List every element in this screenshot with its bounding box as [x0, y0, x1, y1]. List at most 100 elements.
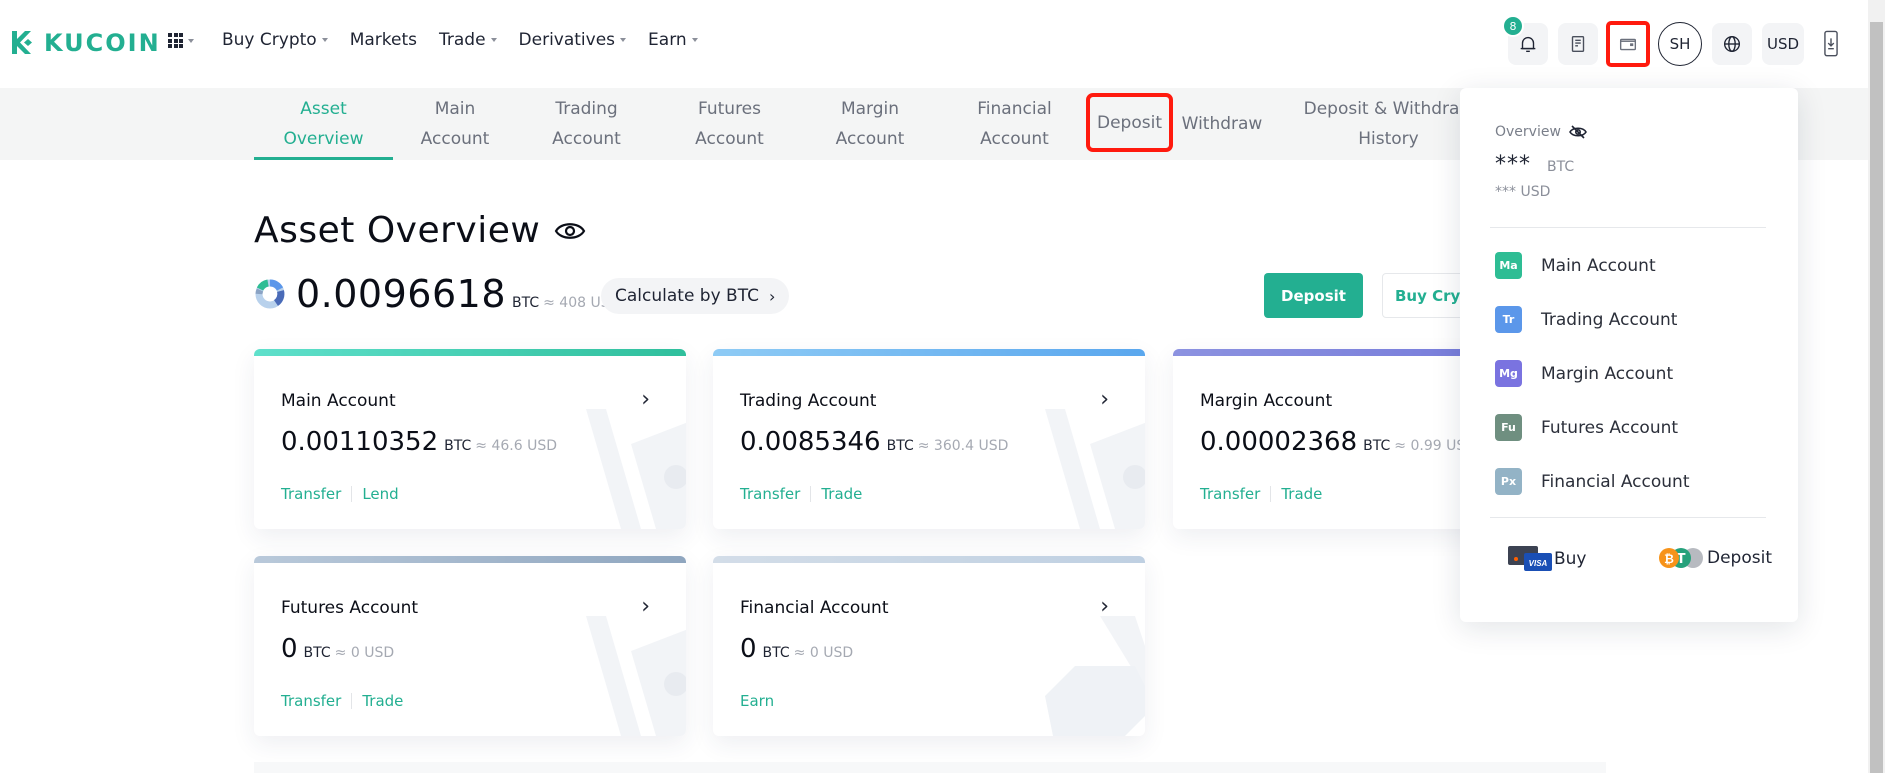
grid-icon — [168, 33, 183, 48]
top-header: KUCOIN Buy Crypto Markets Trade Derivati… — [0, 0, 1868, 88]
kucoin-logo-icon — [12, 31, 32, 54]
earn-link[interactable]: Earn — [740, 692, 774, 710]
transfer-link[interactable]: Transfer — [281, 692, 341, 710]
account-card-trading[interactable]: Trading Account › 0.0085346 BTC ≈ 360.4 … — [713, 349, 1145, 529]
chevron-right-icon[interactable]: › — [641, 594, 650, 619]
card-title: Margin Account — [1200, 391, 1333, 411]
lend-link[interactable]: Lend — [362, 485, 398, 503]
nav-label: Derivatives — [518, 30, 616, 50]
total-balance: 0.0096618 BTC ≈ 408 USD — [254, 272, 620, 316]
panel-deposit-button[interactable]: T ₿ Deposit — [1659, 546, 1772, 570]
btc-value: 0.0085346 — [740, 427, 881, 457]
orders-button[interactable] — [1558, 23, 1598, 65]
chevron-down-icon — [188, 38, 194, 43]
card-accent-bar — [254, 556, 686, 563]
transfer-link[interactable]: Transfer — [1200, 485, 1260, 503]
eye-icon[interactable] — [554, 219, 586, 243]
nav-label: Earn — [648, 30, 687, 50]
deposit-label: Deposit — [1707, 548, 1772, 568]
notifications-button[interactable]: 8 — [1502, 15, 1548, 65]
nav-markets[interactable]: Markets — [350, 30, 417, 50]
tab-label: Account — [980, 129, 1049, 149]
btc-value: 0.00002368 — [1200, 427, 1358, 457]
card-balance: 0.0085346 BTC ≈ 360.4 USD — [740, 427, 1008, 457]
download-app-button[interactable] — [1818, 23, 1844, 65]
unit: BTC — [886, 438, 914, 454]
wallet-icon — [1619, 38, 1637, 51]
divider — [351, 486, 353, 502]
transfer-link[interactable]: Transfer — [740, 485, 800, 503]
wallet-button[interactable] — [1606, 21, 1650, 67]
unit: BTC — [762, 645, 790, 661]
tab-label: Financial — [977, 99, 1052, 119]
page-scrollbar[interactable] — [1868, 0, 1885, 773]
nav-earn[interactable]: Earn — [648, 30, 698, 50]
trade-link[interactable]: Trade — [1281, 485, 1322, 503]
kucoin-watermark-icon — [1045, 409, 1145, 529]
futures-account-icon: Fu — [1495, 414, 1522, 441]
panel-buy-button[interactable]: VISA Buy — [1508, 546, 1587, 572]
chevron-down-icon — [321, 38, 328, 42]
card-title: Financial Account — [740, 598, 889, 618]
panel-item-main-account[interactable]: Ma Main Account — [1495, 252, 1656, 279]
financial-watermark-icon — [1045, 616, 1145, 736]
tab-main-account[interactable]: Main Account — [410, 88, 500, 160]
trade-link[interactable]: Trade — [821, 485, 862, 503]
chevron-down-icon — [691, 38, 698, 42]
tab-label: Trading — [555, 99, 618, 119]
tab-deposit[interactable]: Deposit — [1086, 93, 1173, 152]
eye-off-icon[interactable] — [1568, 124, 1587, 140]
nav-label: Trade — [438, 30, 486, 50]
tab-withdraw[interactable]: Withdraw — [1180, 88, 1264, 160]
chevron-right-icon[interactable]: › — [1100, 594, 1109, 619]
trade-link[interactable]: Trade — [362, 692, 403, 710]
tab-label: Asset — [300, 99, 347, 119]
chevron-right-icon[interactable]: › — [641, 387, 650, 412]
tab-label: History — [1358, 129, 1419, 149]
brand-name: KUCOIN — [44, 29, 161, 57]
asset-distribution-icon — [255, 279, 285, 309]
panel-item-trading-account[interactable]: Tr Trading Account — [1495, 306, 1677, 333]
nav-trade[interactable]: Trade — [439, 30, 497, 50]
transfer-link[interactable]: Transfer — [281, 485, 341, 503]
wallet-dropdown: Overview *** BTC *** USD Ma Main Account… — [1460, 88, 1798, 622]
nav-buy-crypto[interactable]: Buy Crypto — [222, 30, 328, 50]
tab-label: Account — [835, 129, 905, 149]
card-balance: 0.00110352 BTC ≈ 46.6 USD — [281, 427, 557, 457]
card-balance: 0.00002368 BTC ≈ 0.99 USD — [1200, 427, 1476, 457]
usd-value: ≈ 360.4 USD — [917, 438, 1009, 454]
account-card-main[interactable]: Main Account › 0.00110352 BTC ≈ 46.6 USD… — [254, 349, 686, 529]
hidden-usd-balance: *** USD — [1495, 184, 1551, 200]
page-title: Asset Overview — [254, 210, 586, 251]
calculate-label: Calculate by BTC — [615, 286, 759, 306]
nav-derivatives[interactable]: Derivatives — [519, 30, 627, 50]
divider — [810, 486, 812, 502]
account-card-financial[interactable]: Financial Account › 0 BTC ≈ 0 USD Earn — [713, 556, 1145, 736]
account-card-futures[interactable]: Futures Account › 0 BTC ≈ 0 USD Transfer… — [254, 556, 686, 736]
tab-trading-account[interactable]: Trading Account — [540, 88, 633, 160]
panel-item-margin-account[interactable]: Mg Margin Account — [1495, 360, 1673, 387]
tab-futures-account[interactable]: Futures Account — [682, 88, 777, 160]
chevron-right-icon[interactable]: › — [1100, 387, 1109, 412]
btc-value: 0 — [740, 634, 757, 664]
apps-menu[interactable] — [168, 33, 194, 48]
main-nav: Buy Crypto Markets Trade Derivatives Ear… — [222, 30, 720, 50]
user-avatar[interactable]: SH — [1658, 22, 1702, 66]
kucoin-logo[interactable]: KUCOIN — [8, 28, 161, 58]
notification-badge: 8 — [1502, 15, 1524, 37]
currency-button[interactable]: USD — [1762, 23, 1804, 65]
tab-margin-account[interactable]: Margin Account — [823, 88, 917, 160]
tab-deposit-withdraw-history[interactable]: Deposit & Withdraw History — [1296, 88, 1481, 160]
panel-item-futures-account[interactable]: Fu Futures Account — [1495, 414, 1678, 441]
tab-asset-overview[interactable]: Asset Overview — [254, 88, 393, 160]
tab-label: Account — [695, 129, 764, 149]
tab-financial-account[interactable]: Financial Account — [967, 88, 1062, 160]
calculate-by-btc-button[interactable]: Calculate by BTC › — [601, 278, 790, 314]
item-label: Margin Account — [1541, 363, 1674, 384]
scrollbar-thumb[interactable] — [1870, 22, 1883, 773]
language-button[interactable] — [1712, 23, 1752, 65]
item-label: Main Account — [1541, 255, 1656, 276]
panel-item-financial-account[interactable]: Px Financial Account — [1495, 468, 1689, 495]
chevron-right-icon: › — [768, 286, 776, 306]
deposit-button[interactable]: Deposit — [1264, 273, 1363, 318]
